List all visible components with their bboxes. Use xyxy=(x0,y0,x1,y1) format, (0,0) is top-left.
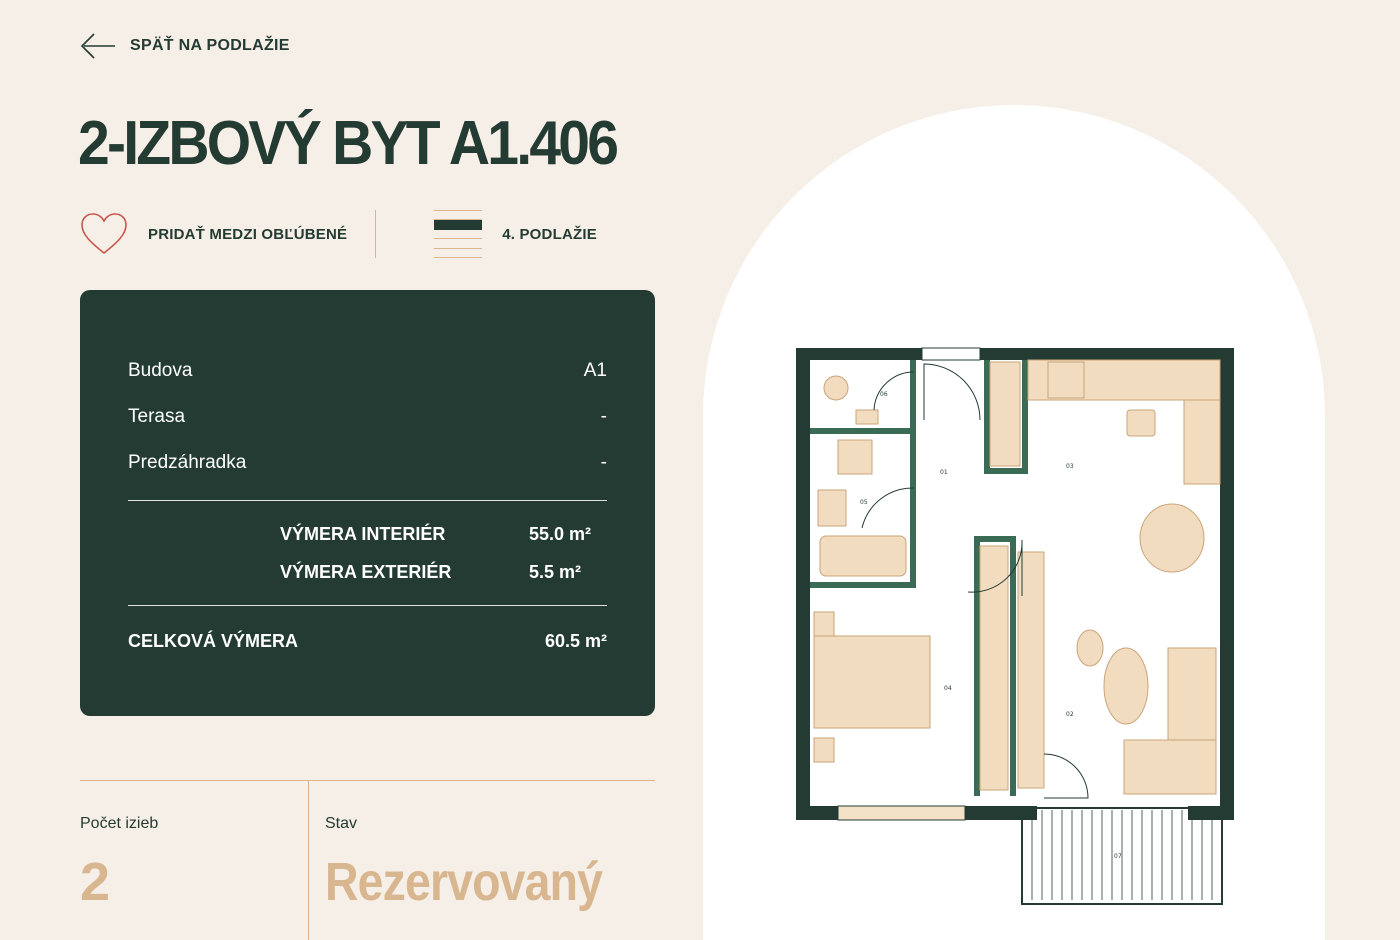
total-area-row: CELKOVÁ VÝMERA 60.5 m² xyxy=(128,620,607,662)
add-to-favorites-button[interactable]: PRIDAŤ MEDZI OBĽÚBENÉ xyxy=(80,212,347,256)
stat-value: 2 xyxy=(80,852,110,912)
actions-divider xyxy=(375,210,377,258)
detail-row-front-garden: Predzáhradka - xyxy=(128,440,607,486)
page-title: 2-IZBOVÝ BYT A1.406 xyxy=(78,109,619,178)
area-label: VÝMERA INTERIÉR xyxy=(280,523,446,544)
room-label: 01 xyxy=(940,469,948,476)
room-label: 05 xyxy=(860,499,868,506)
total-value: 60.5 m² xyxy=(544,630,607,651)
arrow-left-icon xyxy=(80,33,115,59)
floor-level-1 xyxy=(434,249,483,259)
floorplan-image[interactable]: 01 02 03 04 05 06 07 xyxy=(790,340,1240,910)
detail-label: Budova xyxy=(128,360,193,381)
floor-level-3 xyxy=(434,230,483,240)
detail-value: A1 xyxy=(583,360,607,381)
floor-level-5 xyxy=(434,210,483,221)
floor-level-2 xyxy=(434,239,483,249)
room-label: 06 xyxy=(880,391,888,398)
stat-rooms: Počet izieb 2 xyxy=(80,781,309,940)
detail-label: Predzáhradka xyxy=(128,452,247,473)
detail-value: - xyxy=(600,452,607,473)
stat-label: Počet izieb xyxy=(80,815,159,832)
terrace-area xyxy=(1021,807,1223,905)
floor-stack-icon xyxy=(434,210,483,259)
card-divider xyxy=(128,500,607,501)
floor-indicator: 4. PODLAŽIE xyxy=(434,210,597,259)
card-divider xyxy=(128,605,607,606)
area-row-interior: VÝMERA INTERIÉR 55.0 m² xyxy=(128,515,607,553)
detail-label: Terasa xyxy=(128,406,186,427)
detail-row-terrace: Terasa - xyxy=(128,394,607,440)
stat-label: Stav xyxy=(325,815,358,832)
area-row-exterior: VÝMERA EXTERIÉR 5.5 m² xyxy=(128,553,607,591)
stat-status: Stav Rezervovaný xyxy=(309,781,647,940)
room-label: 07 xyxy=(1114,853,1122,860)
floor-level-4 xyxy=(434,220,483,230)
furniture xyxy=(813,359,1221,795)
back-to-floor-link[interactable]: SPÄŤ NA PODLAŽIE xyxy=(80,30,290,62)
area-value: 5.5 m² xyxy=(529,561,582,582)
status-badge: Rezervovaný xyxy=(325,852,603,912)
apartment-actions: PRIDAŤ MEDZI OBĽÚBENÉ 4. PODLAŽIE xyxy=(80,210,597,259)
detail-value: - xyxy=(600,406,607,427)
detail-row-building: Budova A1 xyxy=(128,348,607,394)
apartment-details-card: Budova A1 Terasa - Predzáhradka - VÝMERA… xyxy=(80,290,655,716)
favorite-label: PRIDAŤ MEDZI OBĽÚBENÉ xyxy=(148,225,348,243)
apartment-stats: Počet izieb 2 Stav Rezervovaný xyxy=(80,780,655,940)
room-label: 04 xyxy=(944,685,952,692)
area-label: VÝMERA EXTERIÉR xyxy=(280,561,452,582)
room-label: 02 xyxy=(1066,711,1074,718)
area-value: 55.0 m² xyxy=(529,523,592,544)
floor-label: 4. PODLAŽIE xyxy=(502,225,597,243)
room-label: 03 xyxy=(1066,463,1074,470)
heart-icon xyxy=(81,213,127,255)
back-label: SPÄŤ NA PODLAŽIE xyxy=(130,37,290,54)
total-label: CELKOVÁ VÝMERA xyxy=(128,630,299,651)
